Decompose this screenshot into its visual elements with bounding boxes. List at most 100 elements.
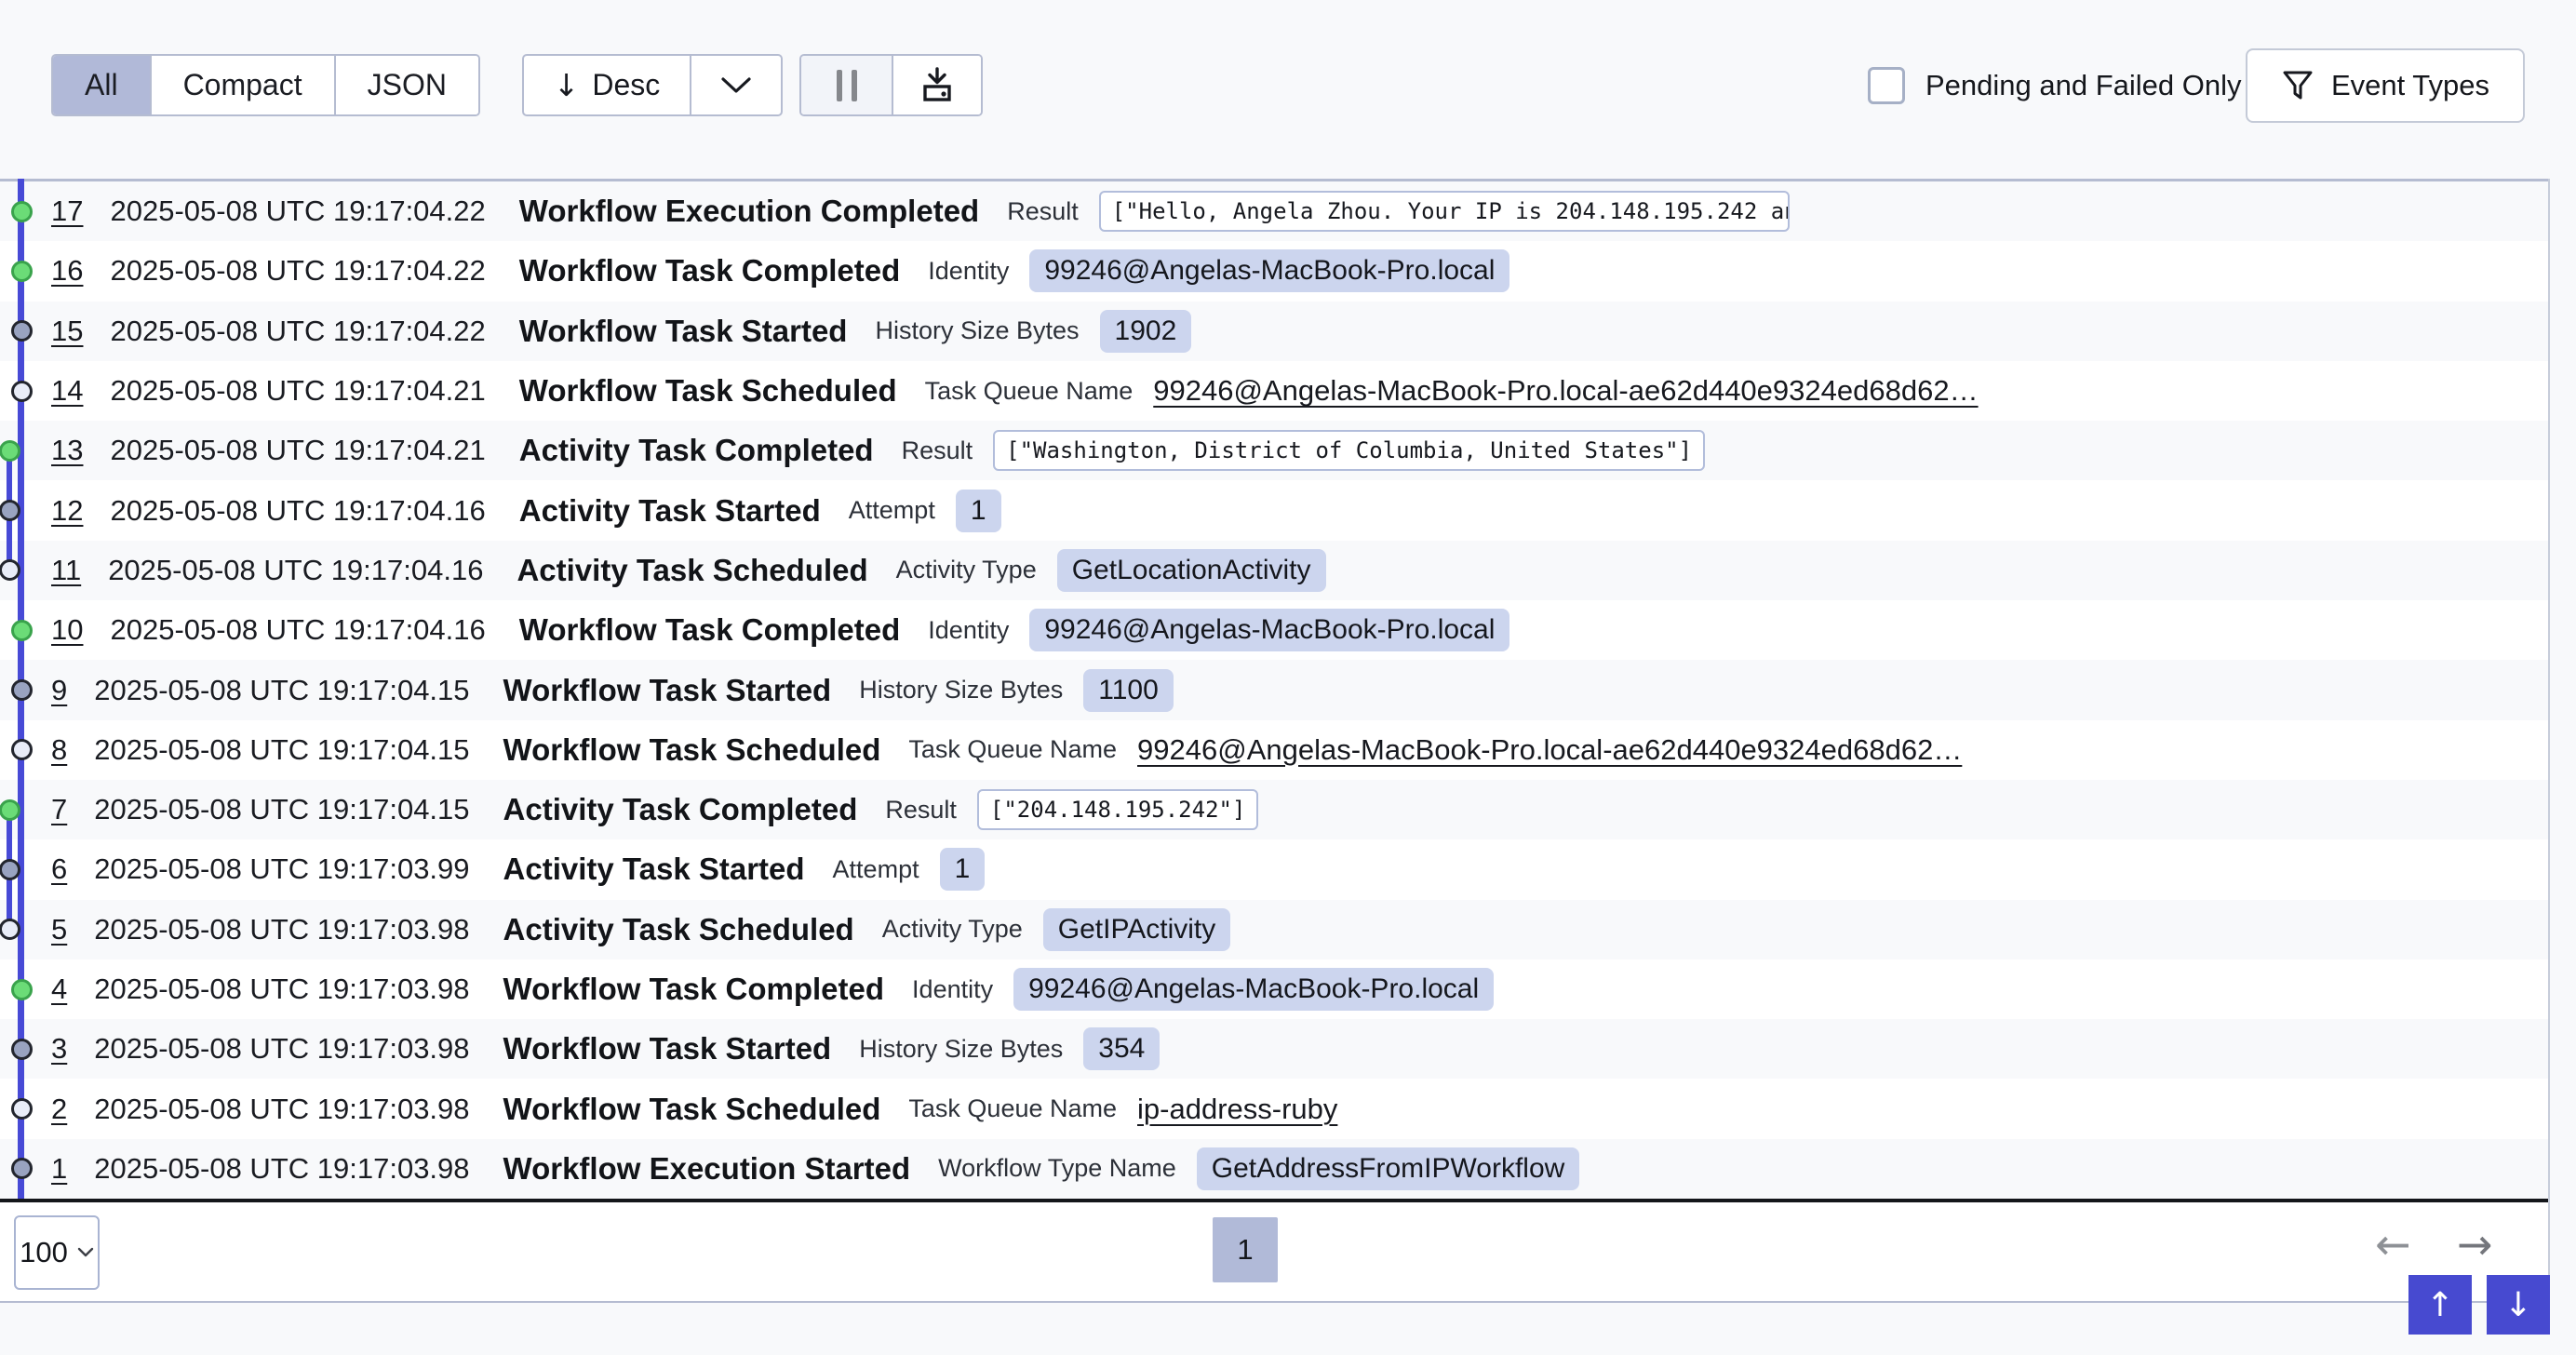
event-detail-value: 1902 — [1100, 310, 1192, 353]
event-detail-value[interactable]: 99246@Angelas-MacBook-Pro.local-ae62d440… — [1137, 733, 1962, 767]
page-size-value: 100 — [20, 1236, 68, 1269]
event-id-link[interactable]: 3 — [51, 1032, 67, 1066]
funnel-icon — [2281, 69, 2314, 102]
event-id-link[interactable]: 10 — [51, 613, 83, 647]
event-timestamp: 2025-05-08 UTC 19:17:04.15 — [94, 793, 469, 826]
event-detail-label: Activity Type — [882, 915, 1023, 944]
next-page-button[interactable]: → — [2457, 1223, 2493, 1266]
event-types-button[interactable]: Event Types — [2246, 48, 2525, 123]
event-id-link[interactable]: 1 — [51, 1152, 67, 1186]
event-name: Workflow Task Completed — [519, 612, 901, 648]
event-types-label: Event Types — [2331, 69, 2489, 102]
previous-page-button[interactable]: ← — [2375, 1223, 2411, 1266]
event-row[interactable]: 7 2025-05-08 UTC 19:17:04.15 Activity Ta… — [0, 780, 2548, 839]
pause-button[interactable] — [801, 56, 893, 114]
event-timestamp: 2025-05-08 UTC 19:17:04.15 — [94, 674, 469, 707]
event-detail-label: Task Queue Name — [908, 1094, 1117, 1123]
event-row[interactable]: 5 2025-05-08 UTC 19:17:03.98 Activity Ta… — [0, 900, 2548, 959]
event-id-link[interactable]: 12 — [51, 494, 83, 528]
pending-failed-filter: Pending and Failed Only — [1868, 54, 2242, 116]
event-detail-value: 99246@Angelas-MacBook-Pro.local — [1029, 609, 1509, 651]
event-id-link[interactable]: 13 — [51, 434, 83, 467]
pending-failed-checkbox[interactable] — [1868, 67, 1905, 104]
tab-json[interactable]: JSON — [336, 56, 478, 114]
event-timestamp: 2025-05-08 UTC 19:17:03.98 — [94, 1152, 469, 1186]
view-mode-tabs: All Compact JSON — [51, 54, 480, 116]
event-id-link[interactable]: 11 — [51, 554, 81, 587]
chevron-down-icon — [77, 1247, 94, 1258]
event-name: Activity Task Scheduled — [517, 553, 867, 588]
sort-expand-button[interactable] — [690, 56, 781, 114]
event-row[interactable]: 15 2025-05-08 UTC 19:17:04.22 Workflow T… — [0, 302, 2548, 361]
page-size-select[interactable]: 100 — [14, 1215, 100, 1290]
event-timestamp: 2025-05-08 UTC 19:17:04.16 — [108, 554, 483, 587]
sort-control: ↓ Desc — [522, 54, 783, 116]
event-id-link[interactable]: 15 — [51, 315, 83, 348]
event-detail-label: Identity — [912, 975, 993, 1004]
event-name: Workflow Task Completed — [519, 253, 901, 288]
event-row[interactable]: 8 2025-05-08 UTC 19:17:04.15 Workflow Ta… — [0, 720, 2548, 780]
event-row[interactable]: 4 2025-05-08 UTC 19:17:03.98 Workflow Ta… — [0, 959, 2548, 1019]
event-id-link[interactable]: 2 — [51, 1093, 67, 1126]
event-id-link[interactable]: 9 — [51, 674, 67, 707]
event-id-link[interactable]: 6 — [51, 852, 67, 886]
event-detail-label: Result — [902, 436, 973, 465]
event-id-link[interactable]: 17 — [51, 195, 83, 228]
event-id-link[interactable]: 14 — [51, 374, 83, 408]
event-row[interactable]: 10 2025-05-08 UTC 19:17:04.16 Workflow T… — [0, 600, 2548, 660]
sort-desc-button[interactable]: ↓ Desc — [524, 56, 690, 114]
event-detail-value[interactable]: ip-address-ruby — [1137, 1093, 1337, 1126]
event-timestamp: 2025-05-08 UTC 19:17:04.16 — [110, 613, 485, 647]
event-detail-value: GetAddressFromIPWorkflow — [1197, 1147, 1580, 1190]
event-name: Workflow Task Scheduled — [519, 373, 897, 409]
event-detail-value[interactable]: 99246@Angelas-MacBook-Pro.local-ae62d440… — [1153, 374, 1978, 408]
chevron-down-icon — [720, 76, 752, 95]
page-number-button[interactable]: 1 — [1213, 1217, 1278, 1282]
event-name: Activity Task Completed — [503, 792, 858, 827]
event-detail-value: 354 — [1083, 1027, 1160, 1070]
event-row[interactable]: 9 2025-05-08 UTC 19:17:04.15 Workflow Ta… — [0, 660, 2548, 719]
download-button[interactable] — [893, 56, 981, 114]
event-name: Activity Task Started — [519, 493, 821, 529]
tab-all[interactable]: All — [53, 56, 152, 114]
event-id-link[interactable]: 8 — [51, 733, 67, 767]
event-detail-label: Workflow Type Name — [938, 1154, 1176, 1183]
event-timestamp: 2025-05-08 UTC 19:17:04.22 — [110, 315, 485, 348]
event-id-link[interactable]: 4 — [51, 973, 67, 1006]
event-row[interactable]: 17 2025-05-08 UTC 19:17:04.22 Workflow E… — [0, 181, 2548, 241]
event-id-link[interactable]: 5 — [51, 913, 67, 946]
event-row[interactable]: 14 2025-05-08 UTC 19:17:04.21 Workflow T… — [0, 361, 2548, 421]
arrow-down-icon: ↓ — [2504, 1286, 2532, 1324]
event-detail-label: Attempt — [849, 496, 935, 525]
event-name: Workflow Task Scheduled — [503, 732, 881, 768]
event-id-link[interactable]: 16 — [51, 254, 83, 288]
event-name: Activity Task Scheduled — [503, 912, 854, 947]
event-id-link[interactable]: 7 — [51, 793, 67, 826]
event-row[interactable]: 2 2025-05-08 UTC 19:17:03.98 Workflow Ta… — [0, 1079, 2548, 1138]
event-row[interactable]: 13 2025-05-08 UTC 19:17:04.21 Activity T… — [0, 421, 2548, 480]
scroll-to-bottom-button[interactable]: ↓ — [2487, 1275, 2550, 1335]
event-name: Activity Task Started — [503, 852, 805, 887]
pause-icon — [837, 70, 842, 101]
event-detail-value: GetIPActivity — [1043, 908, 1230, 951]
event-name: Workflow Task Completed — [503, 972, 885, 1007]
event-detail-label: Attempt — [833, 855, 919, 884]
page-number: 1 — [1237, 1233, 1253, 1267]
event-row[interactable]: 11 2025-05-08 UTC 19:17:04.16 Activity T… — [0, 541, 2548, 600]
event-row[interactable]: 1 2025-05-08 UTC 19:17:03.98 Workflow Ex… — [0, 1139, 2548, 1199]
event-timestamp: 2025-05-08 UTC 19:17:04.16 — [110, 494, 485, 528]
tab-compact[interactable]: Compact — [152, 56, 336, 114]
event-detail-value: 1 — [956, 490, 1001, 532]
event-detail-value: 99246@Angelas-MacBook-Pro.local — [1013, 968, 1494, 1011]
event-row[interactable]: 16 2025-05-08 UTC 19:17:04.22 Workflow T… — [0, 241, 2548, 301]
event-name: Workflow Task Scheduled — [503, 1092, 881, 1127]
event-row[interactable]: 6 2025-05-08 UTC 19:17:03.99 Activity Ta… — [0, 839, 2548, 899]
event-detail-label: Result — [1007, 197, 1079, 226]
event-detail-value: 99246@Angelas-MacBook-Pro.local — [1029, 249, 1509, 292]
scroll-to-top-button[interactable]: ↑ — [2408, 1275, 2472, 1335]
arrow-right-icon: → — [2457, 1219, 2493, 1269]
event-row[interactable]: 12 2025-05-08 UTC 19:17:04.16 Activity T… — [0, 480, 2548, 540]
event-timestamp: 2025-05-08 UTC 19:17:03.98 — [94, 913, 469, 946]
event-detail-value: GetLocationActivity — [1057, 549, 1326, 592]
event-row[interactable]: 3 2025-05-08 UTC 19:17:03.98 Workflow Ta… — [0, 1019, 2548, 1079]
